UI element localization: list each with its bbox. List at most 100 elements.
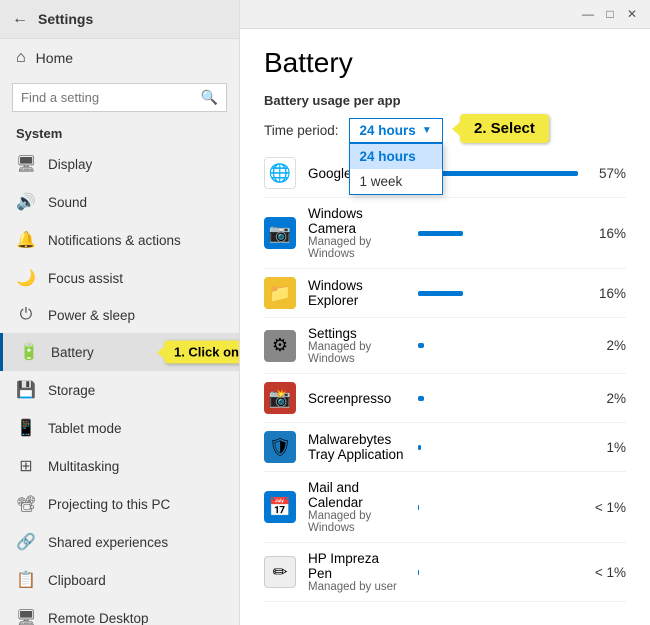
sidebar-item-label-projecting: Projecting to this PC [48, 497, 170, 512]
sidebar-item-focus[interactable]: 🌙 Focus assist [0, 259, 239, 297]
app-name: Malwarebytes Tray Application [308, 432, 406, 462]
notifications-icon: 🔔 [16, 230, 36, 250]
remote-icon: 🖥 [16, 608, 36, 625]
app-usage-bar [418, 291, 463, 296]
time-period-label: Time period: [264, 123, 339, 138]
app-row: ✏HP Impreza PenManaged by user< 1% [264, 543, 626, 602]
app-info: Screenpresso [308, 391, 406, 406]
sidebar-title: Settings [38, 11, 93, 27]
sidebar-item-label-shared: Shared experiences [48, 535, 168, 550]
app-icon-settings: ⚙ [264, 330, 296, 362]
sidebar-item-label-multitasking: Multitasking [48, 459, 119, 474]
app-percentage: 2% [590, 391, 626, 406]
app-icon-camera: 📷 [264, 217, 296, 249]
sidebar-item-clipboard[interactable]: 📋 Clipboard [0, 561, 239, 599]
app-usage-bar [418, 445, 421, 450]
sidebar-item-label-display: Display [48, 157, 92, 172]
dropdown-option-24h[interactable]: 24 hours [350, 144, 442, 169]
app-icon-malware: 🛡 [264, 431, 296, 463]
app-name: Windows Camera [308, 206, 406, 236]
sidebar-item-label-focus: Focus assist [48, 271, 123, 286]
search-input[interactable] [21, 90, 201, 105]
app-row: 🌐Google Chrome57% [264, 149, 626, 198]
sidebar-item-label-clipboard: Clipboard [48, 573, 106, 588]
sidebar-item-home[interactable]: ⌂ Home [0, 39, 239, 77]
sidebar-item-display[interactable]: 🖥Display [0, 145, 239, 183]
dropdown-option-1week[interactable]: 1 week [350, 169, 442, 194]
sidebar-item-label-notifications: Notifications & actions [48, 233, 181, 248]
search-icon: 🔍 [201, 89, 218, 106]
sidebar: ← Settings ⌂ Home 🔍 System 🖥Display🔊Soun… [0, 0, 240, 625]
app-percentage: 2% [590, 338, 626, 353]
sidebar-header: ← Settings [0, 0, 239, 39]
sidebar-item-label-remote: Remote Desktop [48, 611, 149, 625]
sidebar-item-storage[interactable]: 💾 Storage [0, 371, 239, 409]
multitasking-icon: ⊞ [16, 456, 36, 476]
app-usage-bar [418, 231, 463, 236]
dropdown-menu: 24 hours 1 week [349, 143, 443, 195]
storage-icon: 💾 [16, 380, 36, 400]
app-percentage: < 1% [590, 500, 626, 515]
sidebar-item-notifications[interactable]: 🔔 Notifications & actions [0, 221, 239, 259]
app-sub: Managed by Windows [308, 510, 406, 534]
app-percentage: 16% [590, 226, 626, 241]
page-title: Battery [240, 29, 650, 89]
click-callout: 1. Click on [164, 341, 239, 364]
home-label: Home [36, 50, 73, 66]
app-usage-bar [418, 505, 419, 510]
app-name: Windows Explorer [308, 278, 406, 308]
app-icon-explorer: 📁 [264, 277, 296, 309]
app-icon-chrome: 🌐 [264, 157, 296, 189]
dropdown-trigger[interactable]: 24 hours ▼ [349, 118, 443, 143]
nav-list: 🖥Display🔊Sound🔔Notifications & actions🌙F… [0, 145, 239, 625]
app-icon-screenpresso: 📸 [264, 382, 296, 414]
close-button[interactable]: ✕ [622, 4, 642, 24]
sidebar-item-tablet[interactable]: 📱Tablet mode [0, 409, 239, 447]
app-percentage: < 1% [590, 565, 626, 580]
app-usage-bar [418, 396, 424, 401]
time-period-dropdown[interactable]: 24 hours ▼ 24 hours 1 week [349, 118, 443, 143]
app-row: 📅Mail and CalendarManaged by Windows< 1% [264, 472, 626, 543]
sidebar-item-shared[interactable]: 🔗Shared experiences [0, 523, 239, 561]
sidebar-item-sound[interactable]: 🔊Sound [0, 183, 239, 221]
sidebar-item-power[interactable]: ⏻Power & sleep [0, 297, 239, 333]
projecting-icon: 📽 [16, 494, 36, 514]
chevron-down-icon: ▼ [422, 125, 432, 136]
main-content: — □ ✕ Battery Battery usage per app Time… [240, 0, 650, 625]
sidebar-item-label-storage: Storage [48, 383, 95, 398]
app-percentage: 57% [590, 166, 626, 181]
select-callout: 2. Select [460, 114, 549, 143]
app-bar-wrap [418, 570, 578, 575]
maximize-button[interactable]: □ [600, 4, 620, 24]
app-sub: Managed by user [308, 581, 406, 593]
app-name: Screenpresso [308, 391, 406, 406]
sidebar-item-label-power: Power & sleep [48, 308, 135, 323]
app-icon-mail: 📅 [264, 491, 296, 523]
sidebar-item-projecting[interactable]: 📽 Projecting to this PC [0, 485, 239, 523]
app-bar-wrap [418, 505, 578, 510]
sound-icon: 🔊 [16, 192, 36, 212]
sidebar-item-label-tablet: Tablet mode [48, 421, 122, 436]
back-button[interactable]: ← [12, 10, 28, 28]
sidebar-item-label-battery: Battery [51, 345, 94, 360]
title-bar: — □ ✕ [240, 0, 650, 29]
focus-icon: 🌙 [16, 268, 36, 288]
app-name: HP Impreza Pen [308, 551, 406, 581]
minimize-button[interactable]: — [578, 4, 598, 24]
sidebar-item-remote[interactable]: 🖥 Remote Desktop [0, 599, 239, 625]
app-bar-wrap [418, 231, 578, 236]
app-info: SettingsManaged by Windows [308, 326, 406, 365]
dropdown-selected-value: 24 hours [360, 123, 416, 138]
app-row: 📁 Windows Explorer 16% [264, 269, 626, 318]
sidebar-item-battery[interactable]: 🔋 Battery 1. Click on [0, 333, 239, 371]
app-percentage: 16% [590, 286, 626, 301]
clipboard-icon: 📋 [16, 570, 36, 590]
app-info: HP Impreza PenManaged by user [308, 551, 406, 593]
search-box[interactable]: 🔍 [12, 83, 227, 112]
system-section-label: System [0, 118, 239, 145]
sidebar-item-multitasking[interactable]: ⊞ Multitasking [0, 447, 239, 485]
battery-icon: 🔋 [19, 342, 39, 362]
app-name: Settings [308, 326, 406, 341]
app-row: 🛡Malwarebytes Tray Application1% [264, 423, 626, 472]
section-heading: Battery usage per app [240, 89, 650, 118]
